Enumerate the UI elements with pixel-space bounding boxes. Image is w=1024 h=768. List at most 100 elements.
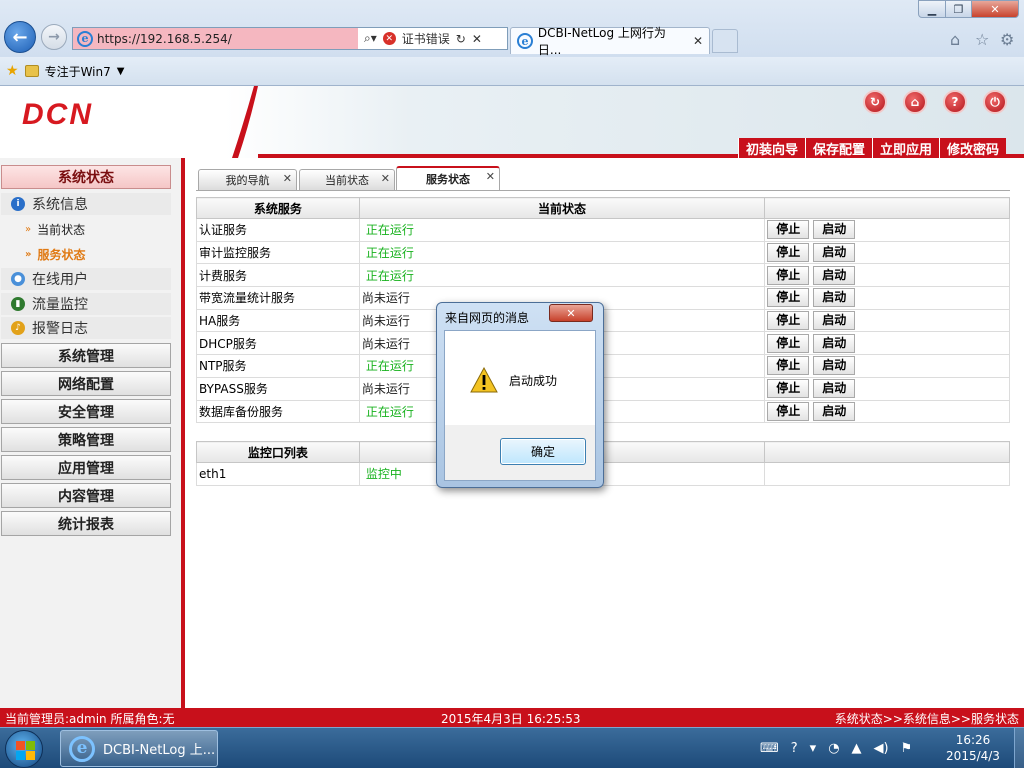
service-actions: 停止 启动 [764, 308, 1010, 333]
service-name: 带宽流量统计服务 [196, 286, 360, 310]
logout-circle-icon[interactable]: ⏻ [983, 90, 1007, 114]
tab-current-status[interactable]: 当前状态 ✕ [299, 169, 395, 190]
app-header: DCN ↻ ⌂ ? ⏻ 初装向导 保存配置 立即应用 修改密码 [0, 86, 1024, 158]
start-service-button[interactable]: 启动 [813, 220, 856, 240]
new-tab-button[interactable] [712, 29, 738, 53]
start-service-button[interactable]: 启动 [813, 333, 856, 353]
close-window-button[interactable]: ✕ [971, 0, 1019, 18]
arrow-bullet-icon: » [25, 223, 32, 235]
sidebar-sub-current-status[interactable]: » 当前状态 [1, 218, 171, 240]
service-name: 数据库备份服务 [196, 399, 360, 424]
windows-logo-icon [16, 751, 25, 760]
favorites-star-icon[interactable]: ☆ [975, 30, 989, 49]
sidebar-item-label: 在线用户 [32, 272, 88, 288]
sidebar-item-online-users[interactable]: ● 在线用户 [1, 268, 171, 290]
table-row: 审计监控服务 正在运行 停止 启动 [196, 240, 1010, 265]
sidebar-item-system-info[interactable]: i 系统信息 [1, 193, 171, 215]
column-header: 监控口列表 [196, 441, 360, 463]
column-header [764, 441, 1010, 463]
tray-up-arrow-icon[interactable]: ▲ [852, 741, 862, 756]
refresh-circle-icon[interactable]: ↻ [863, 90, 887, 114]
sidebar-security-management[interactable]: 安全管理 [1, 399, 171, 424]
start-button[interactable] [5, 730, 43, 768]
favorites-item[interactable]: 专注于Win7 [45, 63, 111, 80]
browser-tab-title[interactable]: DCBI-NetLog 上网行为日... [538, 24, 688, 58]
taskbar-ie-window[interactable]: e DCBI-NetLog 上... [60, 730, 218, 767]
tab-close-icon[interactable]: ✕ [693, 34, 703, 48]
chevron-down-icon[interactable]: ▼ [117, 66, 125, 77]
stop-service-button[interactable]: 停止 [767, 379, 810, 399]
ok-button[interactable]: 确定 [500, 438, 586, 465]
empty-cell [764, 462, 1010, 486]
sidebar-item-alarm-log[interactable]: ♪ 报警日志 [1, 317, 171, 339]
show-desktop-button[interactable] [1014, 728, 1024, 768]
stop-service-button[interactable]: 停止 [767, 220, 810, 240]
service-actions: 停止 启动 [764, 263, 1010, 288]
keyboard-icon[interactable]: ⌨ [760, 741, 779, 756]
menu-change-password[interactable]: 修改密码 [939, 138, 1007, 158]
tray-chevron-icon[interactable]: ▾ [810, 741, 817, 756]
sidebar-item-traffic-monitor[interactable]: ▮ 流量监控 [1, 293, 171, 315]
system-tray: ⌨ ? ▾ ◔ ▲ ◀) ⚑ [760, 728, 960, 768]
start-service-button[interactable]: 启动 [813, 311, 856, 331]
help-tray-icon[interactable]: ? [791, 741, 798, 756]
tab-close-icon[interactable]: ✕ [381, 172, 390, 185]
address-url[interactable]: https://192.168.5.254/ [97, 32, 232, 46]
dialog-close-button[interactable]: ✕ [549, 304, 593, 322]
sidebar-app-management[interactable]: 应用管理 [1, 455, 171, 480]
menu-apply-now[interactable]: 立即应用 [872, 138, 940, 158]
tab-my-navigation[interactable]: 我的导航 ✕ [198, 169, 297, 190]
help-circle-icon[interactable]: ? [943, 90, 967, 114]
start-service-button[interactable]: 启动 [813, 243, 856, 263]
start-service-button[interactable]: 启动 [813, 288, 856, 308]
tab-label: 我的导航 [225, 174, 270, 187]
sidebar-statistics-reports[interactable]: 统计报表 [1, 511, 171, 536]
flag-icon[interactable]: ⚑ [901, 741, 913, 756]
stop-service-button[interactable]: 停止 [767, 401, 810, 421]
network-wifi-icon[interactable]: ◔ [828, 741, 839, 756]
address-url-box[interactable]: e https://192.168.5.254/ [73, 28, 358, 49]
sidebar-sub-label: 服务状态 [37, 247, 86, 262]
menu-setup-wizard[interactable]: 初装向导 [738, 138, 806, 158]
stop-service-button[interactable]: 停止 [767, 333, 810, 353]
tab-close-icon[interactable]: ✕ [283, 172, 292, 185]
sidebar-network-config[interactable]: 网络配置 [1, 371, 171, 396]
sidebar-system-status-button[interactable]: 系统状态 [1, 165, 171, 189]
minimize-button[interactable]: ▁ [918, 0, 946, 18]
stop-service-button[interactable]: 停止 [767, 243, 810, 263]
arrow-bullet-icon: » [25, 248, 32, 260]
menu-save-config[interactable]: 保存配置 [805, 138, 873, 158]
tray-clock[interactable]: 16:26 2015/4/3 [934, 732, 1012, 764]
stop-service-button[interactable]: 停止 [767, 311, 810, 331]
back-button[interactable]: ← [4, 21, 36, 53]
home-circle-icon[interactable]: ⌂ [903, 90, 927, 114]
forward-button[interactable]: → [41, 24, 67, 50]
start-service-button[interactable]: 启动 [813, 379, 856, 399]
tools-gear-icon[interactable]: ⚙ [1000, 30, 1014, 49]
maximize-button[interactable]: ❐ [945, 0, 972, 18]
refresh-icon[interactable]: ↻ [456, 32, 466, 46]
tab-close-icon[interactable]: ✕ [486, 170, 495, 183]
cert-error-label[interactable]: 证书错误 [402, 30, 450, 47]
cert-error-icon[interactable]: ✕ [382, 32, 396, 45]
start-service-button[interactable]: 启动 [813, 265, 856, 285]
stop-service-button[interactable]: 停止 [767, 265, 810, 285]
stop-icon[interactable]: ✕ [472, 32, 482, 46]
sidebar-content-management[interactable]: 内容管理 [1, 483, 171, 508]
table-row: 认证服务 正在运行 停止 启动 [196, 218, 1010, 242]
stop-service-button[interactable]: 停止 [767, 356, 810, 376]
sidebar-system-management[interactable]: 系统管理 [1, 343, 171, 368]
tab-service-status[interactable]: 服务状态 ✕ [396, 166, 500, 190]
address-bar[interactable]: e https://192.168.5.254/ ⌕▾ ✕ 证书错误 ↻ ✕ [72, 27, 508, 50]
sidebar-sub-service-status[interactable]: » 服务状态 [1, 243, 171, 265]
volume-icon[interactable]: ◀) [874, 741, 889, 756]
search-icon[interactable]: ⌕▾ [364, 31, 377, 46]
stop-service-button[interactable]: 停止 [767, 288, 810, 308]
favorites-add-icon[interactable]: ★ [6, 63, 19, 79]
browser-tab-active[interactable]: e DCBI-NetLog 上网行为日... ✕ [510, 26, 710, 57]
start-service-button[interactable]: 启动 [813, 356, 856, 376]
home-icon[interactable]: ⌂ [950, 30, 960, 49]
service-name: BYPASS服务 [196, 376, 360, 401]
start-service-button[interactable]: 启动 [813, 401, 856, 421]
sidebar-policy-management[interactable]: 策略管理 [1, 427, 171, 452]
